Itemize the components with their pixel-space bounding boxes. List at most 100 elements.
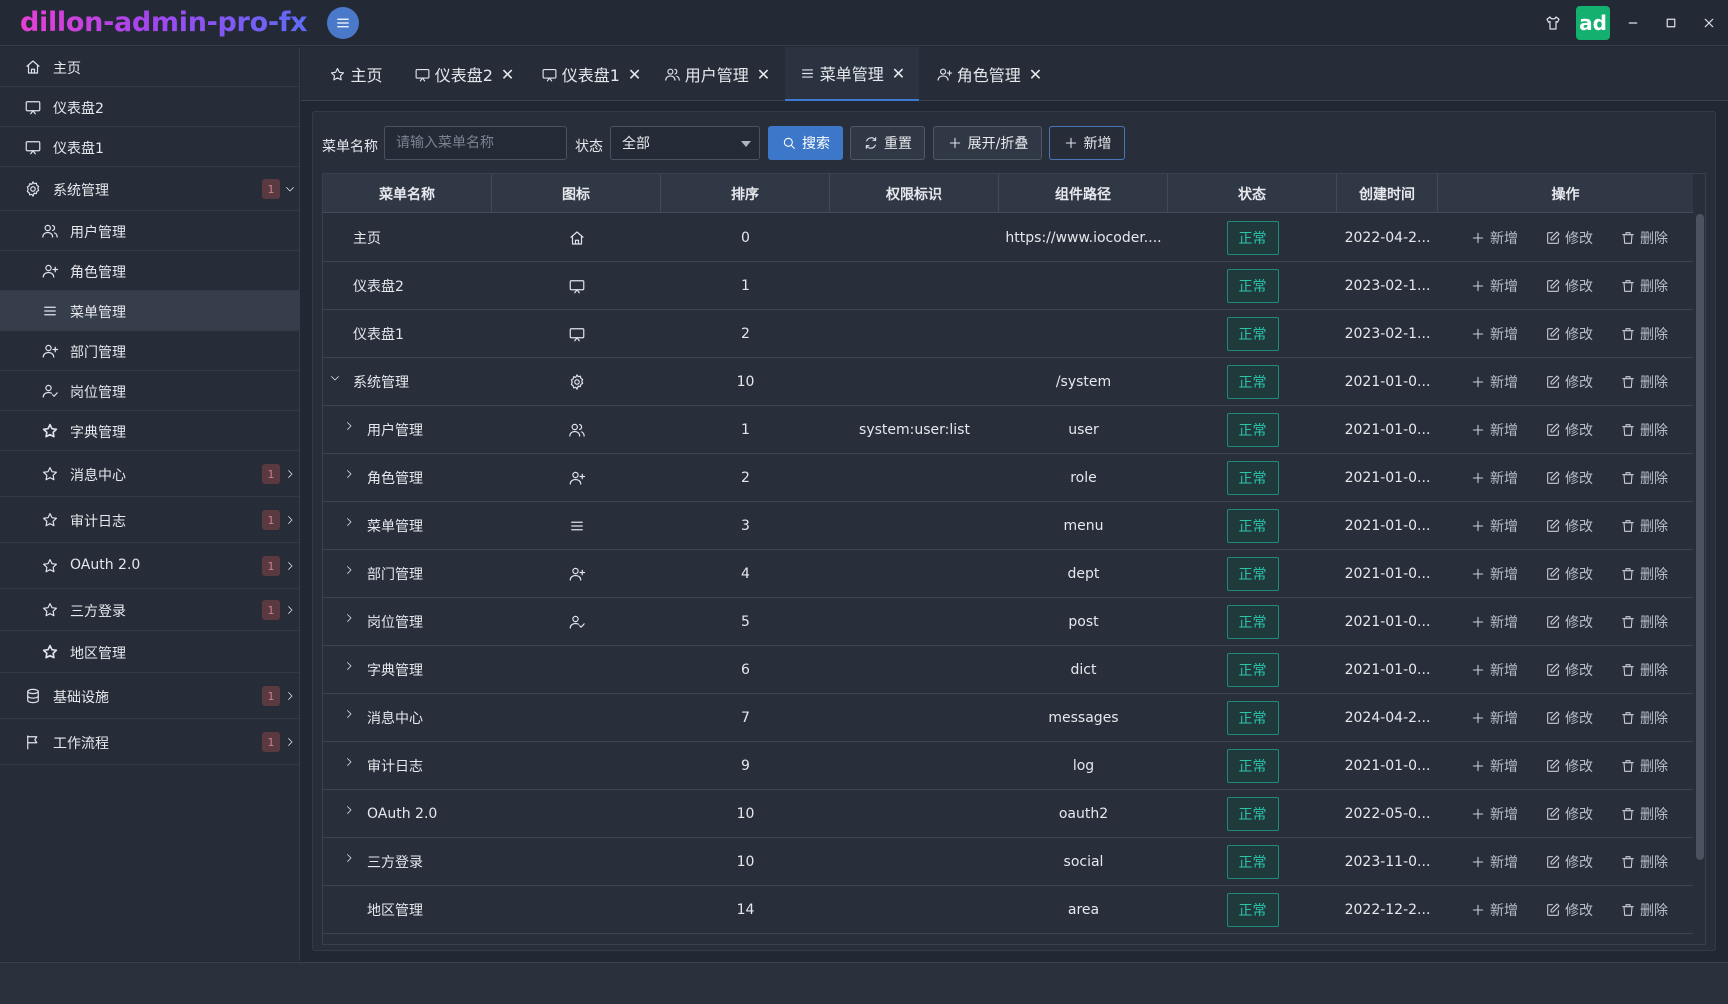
sidebar-item-15[interactable]: 基础设施 1	[0, 673, 300, 719]
search-button[interactable]: 搜索	[768, 126, 843, 160]
expand-collapse-button[interactable]: 展开/折叠	[933, 126, 1042, 160]
sidebar-item-13[interactable]: 三方登录 1	[0, 589, 300, 631]
add-action-button[interactable]: 新增	[1470, 228, 1518, 248]
add-action-button[interactable]: 新增	[1470, 852, 1518, 872]
edit-action-button[interactable]: 修改	[1545, 756, 1593, 776]
delete-action-button[interactable]: 删除	[1620, 756, 1668, 776]
sidebar-badge: 1	[262, 179, 280, 199]
delete-action-button[interactable]: 删除	[1620, 420, 1668, 440]
tab-0[interactable]: 主页	[318, 47, 394, 101]
add-action-button[interactable]: 新增	[1470, 324, 1518, 344]
edit-action-button[interactable]: 修改	[1545, 468, 1593, 488]
tab-5[interactable]: 角色管理 ✕	[929, 47, 1049, 101]
edit-action-button[interactable]: 修改	[1545, 804, 1593, 824]
sidebar-item-6[interactable]: 菜单管理	[0, 291, 300, 331]
edit-action-button[interactable]: 修改	[1545, 324, 1593, 344]
reset-button[interactable]: 重置	[850, 126, 925, 160]
chevron-right-icon[interactable]	[343, 756, 355, 768]
chevron-right-icon[interactable]	[343, 708, 355, 720]
edit-action-button[interactable]: 修改	[1545, 612, 1593, 632]
row-icon-cell	[492, 646, 661, 694]
chevron-right-icon[interactable]	[343, 420, 355, 432]
close-window-button[interactable]	[1690, 0, 1728, 46]
delete-action-button[interactable]: 删除	[1620, 852, 1668, 872]
add-action-button[interactable]: 新增	[1470, 900, 1518, 920]
menu-toggle-button[interactable]	[327, 6, 360, 39]
add-button[interactable]: 新增	[1049, 126, 1125, 160]
table-row: 系统管理 10/system 正常 2021-01-0... 新增 修改 删除	[323, 358, 1693, 406]
sidebar-item-11[interactable]: 审计日志 1	[0, 497, 300, 543]
sidebar-item-8[interactable]: 岗位管理	[0, 371, 300, 411]
tab-close-icon[interactable]: ✕	[501, 65, 514, 84]
delete-action-button[interactable]: 删除	[1620, 372, 1668, 392]
chevron-right-icon[interactable]	[343, 564, 355, 576]
add-action-button[interactable]: 新增	[1470, 756, 1518, 776]
sidebar-item-12[interactable]: OAuth 2.0 1	[0, 543, 300, 589]
delete-action-button[interactable]: 删除	[1620, 900, 1668, 920]
sidebar-item-0[interactable]: 主页	[0, 47, 300, 87]
maximize-button[interactable]	[1652, 0, 1690, 46]
tab-2[interactable]: 仪表盘1 ✕	[533, 47, 649, 101]
vertical-scrollbar[interactable]	[1696, 214, 1704, 860]
tab-3[interactable]: 用户管理 ✕	[659, 47, 775, 101]
chevron-right-icon[interactable]	[343, 612, 355, 624]
delete-action-button[interactable]: 删除	[1620, 516, 1668, 536]
chevron-right-icon[interactable]	[343, 468, 355, 480]
sidebar-item-4[interactable]: 用户管理	[0, 211, 300, 251]
sidebar-item-10[interactable]: 消息中心 1	[0, 451, 300, 497]
delete-action-button[interactable]: 删除	[1620, 228, 1668, 248]
sidebar-item-3[interactable]: 系统管理 1	[0, 167, 300, 211]
delete-action-button[interactable]: 删除	[1620, 804, 1668, 824]
sidebar-item-2[interactable]: 仪表盘1	[0, 127, 300, 167]
add-action-button[interactable]: 新增	[1470, 660, 1518, 680]
tab-1[interactable]: 仪表盘2 ✕	[405, 47, 523, 101]
skin-button[interactable]	[1534, 0, 1572, 46]
edit-action-button[interactable]: 修改	[1545, 660, 1593, 680]
edit-action-button[interactable]: 修改	[1545, 564, 1593, 584]
edit-action-button[interactable]: 修改	[1545, 276, 1593, 296]
delete-action-button[interactable]: 删除	[1620, 468, 1668, 488]
sidebar-item-9[interactable]: 字典管理	[0, 411, 300, 451]
avatar[interactable]: ad	[1576, 6, 1610, 40]
tab-4[interactable]: 菜单管理 ✕	[785, 47, 919, 101]
chevron-down-icon[interactable]	[329, 372, 341, 384]
delete-action-button[interactable]: 删除	[1620, 276, 1668, 296]
delete-action-button[interactable]: 删除	[1620, 612, 1668, 632]
add-action-button[interactable]: 新增	[1470, 612, 1518, 632]
delete-action-button[interactable]: 删除	[1620, 660, 1668, 680]
minimize-button[interactable]	[1614, 0, 1652, 46]
tab-close-icon[interactable]: ✕	[1029, 65, 1042, 84]
tab-close-icon[interactable]: ✕	[628, 65, 641, 84]
sidebar-item-16[interactable]: 工作流程 1	[0, 719, 300, 765]
delete-action-button[interactable]: 删除	[1620, 564, 1668, 584]
edit-action-button[interactable]: 修改	[1545, 852, 1593, 872]
add-action-button[interactable]: 新增	[1470, 276, 1518, 296]
menu-name-input[interactable]	[384, 126, 567, 160]
delete-action-button[interactable]: 删除	[1620, 708, 1668, 728]
edit-action-button[interactable]: 修改	[1545, 228, 1593, 248]
chevron-right-icon[interactable]	[343, 852, 355, 864]
status-select[interactable]: 全部	[610, 126, 760, 160]
add-action-button[interactable]: 新增	[1470, 516, 1518, 536]
edit-action-button[interactable]: 修改	[1545, 372, 1593, 392]
edit-action-button[interactable]: 修改	[1545, 516, 1593, 536]
tab-close-icon[interactable]: ✕	[892, 64, 905, 83]
edit-action-button[interactable]: 修改	[1545, 708, 1593, 728]
add-action-button[interactable]: 新增	[1470, 420, 1518, 440]
add-action-button[interactable]: 新增	[1470, 564, 1518, 584]
add-action-button[interactable]: 新增	[1470, 804, 1518, 824]
tab-close-icon[interactable]: ✕	[757, 65, 770, 84]
add-action-button[interactable]: 新增	[1470, 708, 1518, 728]
edit-action-button[interactable]: 修改	[1545, 420, 1593, 440]
add-action-button[interactable]: 新增	[1470, 468, 1518, 488]
chevron-right-icon[interactable]	[343, 516, 355, 528]
add-action-button[interactable]: 新增	[1470, 372, 1518, 392]
delete-action-button[interactable]: 删除	[1620, 324, 1668, 344]
sidebar-item-1[interactable]: 仪表盘2	[0, 87, 300, 127]
sidebar-item-7[interactable]: 部门管理	[0, 331, 300, 371]
chevron-right-icon[interactable]	[343, 660, 355, 672]
edit-action-button[interactable]: 修改	[1545, 900, 1593, 920]
sidebar-item-5[interactable]: 角色管理	[0, 251, 300, 291]
sidebar-item-14[interactable]: 地区管理	[0, 631, 300, 673]
chevron-right-icon[interactable]	[343, 804, 355, 816]
